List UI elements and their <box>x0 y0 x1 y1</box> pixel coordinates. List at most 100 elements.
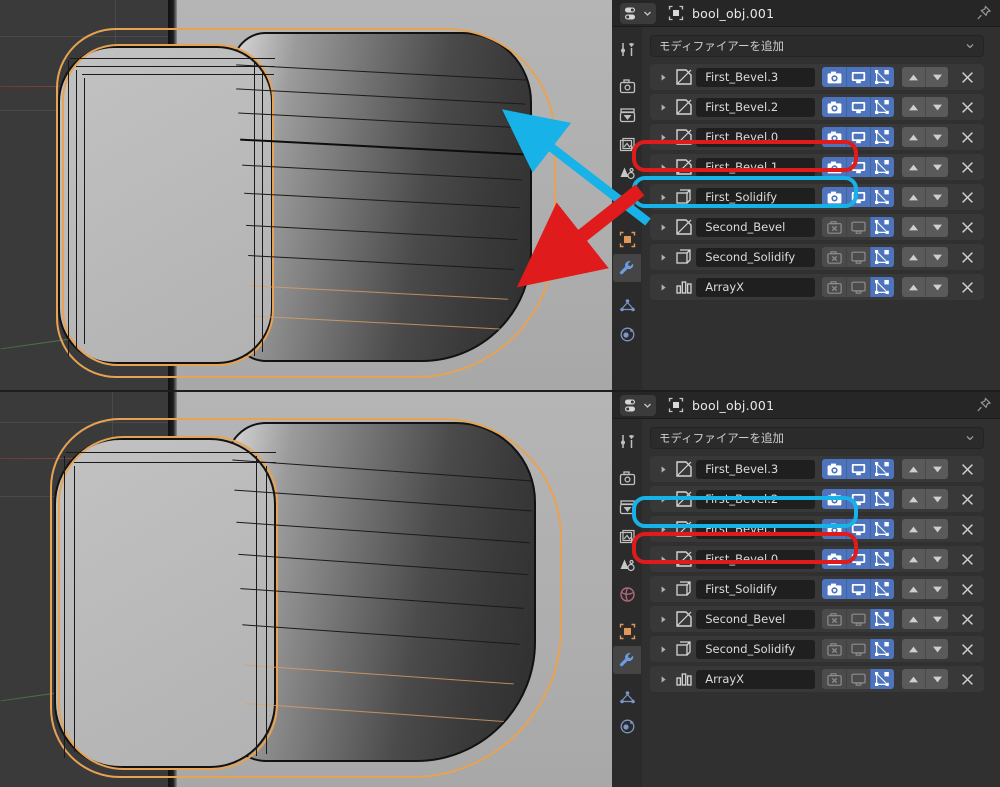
sidebar-item-output[interactable] <box>613 101 641 129</box>
render-visibility-toggle[interactable] <box>822 549 847 569</box>
sidebar-item-view-layer[interactable] <box>613 522 641 550</box>
properties-tab-column[interactable] <box>612 419 642 787</box>
add-modifier-dropdown[interactable]: モディファイアーを追加 <box>650 427 984 449</box>
delete-modifier-button[interactable] <box>955 609 980 629</box>
render-visibility-toggle[interactable] <box>822 639 847 659</box>
viewport-visibility-toggle[interactable] <box>846 247 871 267</box>
render-visibility-toggle[interactable] <box>822 669 847 689</box>
render-visibility-toggle[interactable] <box>822 157 847 177</box>
modifier-visibility-toggles[interactable] <box>822 247 895 267</box>
viewport-visibility-toggle[interactable] <box>846 217 871 237</box>
editor-type-selector[interactable] <box>620 2 656 24</box>
move-down-button[interactable] <box>925 157 949 177</box>
modifier-name-field[interactable]: First_Bevel.3 <box>696 459 816 479</box>
modifier-visibility-toggles[interactable] <box>822 277 895 297</box>
sidebar-item-world[interactable] <box>613 188 641 216</box>
editmode-visibility-toggle[interactable] <box>870 217 895 237</box>
viewport-visibility-toggle[interactable] <box>846 669 871 689</box>
modifier-visibility-toggles[interactable] <box>822 489 895 509</box>
pin-icon[interactable] <box>976 397 992 413</box>
delete-modifier-button[interactable] <box>955 97 980 117</box>
delete-modifier-button[interactable] <box>955 579 980 599</box>
sidebar-item-render[interactable] <box>613 72 641 100</box>
modifier-row[interactable]: Second_Solidify <box>650 244 984 270</box>
modifier-visibility-toggles[interactable] <box>822 669 895 689</box>
expand-toggle[interactable] <box>656 73 671 82</box>
modifier-visibility-toggles[interactable] <box>822 67 895 87</box>
expand-toggle[interactable] <box>656 103 671 112</box>
move-down-button[interactable] <box>925 277 949 297</box>
editmode-visibility-toggle[interactable] <box>870 67 895 87</box>
viewport-visibility-toggle[interactable] <box>846 489 871 509</box>
editmode-visibility-toggle[interactable] <box>870 489 895 509</box>
modifier-visibility-toggles[interactable] <box>822 97 895 117</box>
expand-toggle[interactable] <box>656 675 671 684</box>
editmode-visibility-toggle[interactable] <box>870 579 895 599</box>
modifier-name-field[interactable]: ArrayX <box>696 277 816 297</box>
expand-toggle[interactable] <box>656 495 671 504</box>
add-modifier-dropdown[interactable]: モディファイアーを追加 <box>650 35 984 57</box>
editor-type-selector[interactable] <box>620 394 656 416</box>
modifier-visibility-toggles[interactable] <box>822 639 895 659</box>
viewport-visibility-toggle[interactable] <box>846 639 871 659</box>
modifier-name-field[interactable]: Second_Solidify <box>696 639 816 659</box>
render-visibility-toggle[interactable] <box>822 609 847 629</box>
expand-toggle[interactable] <box>656 585 671 594</box>
modifier-name-field[interactable]: First_Bevel.2 <box>696 97 816 117</box>
expand-toggle[interactable] <box>656 555 671 564</box>
move-up-button[interactable] <box>902 67 926 87</box>
viewport-bottom[interactable] <box>0 392 612 787</box>
viewport-visibility-toggle[interactable] <box>846 549 871 569</box>
expand-toggle[interactable] <box>656 163 671 172</box>
sidebar-item-output[interactable] <box>613 493 641 521</box>
delete-modifier-button[interactable] <box>955 67 980 87</box>
move-down-button[interactable] <box>925 187 949 207</box>
render-visibility-toggle[interactable] <box>822 489 847 509</box>
expand-toggle[interactable] <box>656 283 671 292</box>
viewport-visibility-toggle[interactable] <box>846 127 871 147</box>
delete-modifier-button[interactable] <box>955 519 980 539</box>
editmode-visibility-toggle[interactable] <box>870 187 895 207</box>
modifier-name-field[interactable]: ArrayX <box>696 669 816 689</box>
modifier-reorder-buttons[interactable] <box>902 217 949 237</box>
move-down-button[interactable] <box>925 669 949 689</box>
sidebar-item-scene[interactable] <box>613 551 641 579</box>
modifier-reorder-buttons[interactable] <box>902 127 949 147</box>
delete-modifier-button[interactable] <box>955 669 980 689</box>
render-visibility-toggle[interactable] <box>822 187 847 207</box>
expand-toggle[interactable] <box>656 223 671 232</box>
editmode-visibility-toggle[interactable] <box>870 609 895 629</box>
modifier-visibility-toggles[interactable] <box>822 579 895 599</box>
modifier-row[interactable]: ArrayX <box>650 274 984 300</box>
modifier-row[interactable]: First_Solidify <box>650 576 984 602</box>
sidebar-item-scene[interactable] <box>613 159 641 187</box>
expand-toggle[interactable] <box>656 253 671 262</box>
sidebar-item-world[interactable] <box>613 580 641 608</box>
move-down-button[interactable] <box>925 549 949 569</box>
editmode-visibility-toggle[interactable] <box>870 97 895 117</box>
properties-editor-top[interactable]: bool_obj.001 モディファイアーを追加 First_Bevel.3 F… <box>612 0 1000 390</box>
viewport-visibility-toggle[interactable] <box>846 609 871 629</box>
render-visibility-toggle[interactable] <box>822 579 847 599</box>
modifier-row[interactable]: ArrayX <box>650 666 984 692</box>
viewport-visibility-toggle[interactable] <box>846 67 871 87</box>
delete-modifier-button[interactable] <box>955 217 980 237</box>
modifier-reorder-buttons[interactable] <box>902 247 949 267</box>
expand-toggle[interactable] <box>656 615 671 624</box>
modifier-name-field[interactable]: First_Bevel.1 <box>696 157 816 177</box>
move-up-button[interactable] <box>902 459 926 479</box>
render-visibility-toggle[interactable] <box>822 459 847 479</box>
modifier-reorder-buttons[interactable] <box>902 549 949 569</box>
modifier-row[interactable]: First_Bevel.1 <box>650 516 984 542</box>
move-down-button[interactable] <box>925 459 949 479</box>
move-up-button[interactable] <box>902 549 926 569</box>
modifier-row[interactable]: First_Solidify <box>650 184 984 210</box>
render-visibility-toggle[interactable] <box>822 519 847 539</box>
modifier-visibility-toggles[interactable] <box>822 549 895 569</box>
move-down-button[interactable] <box>925 127 949 147</box>
move-up-button[interactable] <box>902 127 926 147</box>
move-down-button[interactable] <box>925 639 949 659</box>
delete-modifier-button[interactable] <box>955 187 980 207</box>
editmode-visibility-toggle[interactable] <box>870 127 895 147</box>
modifier-reorder-buttons[interactable] <box>902 187 949 207</box>
